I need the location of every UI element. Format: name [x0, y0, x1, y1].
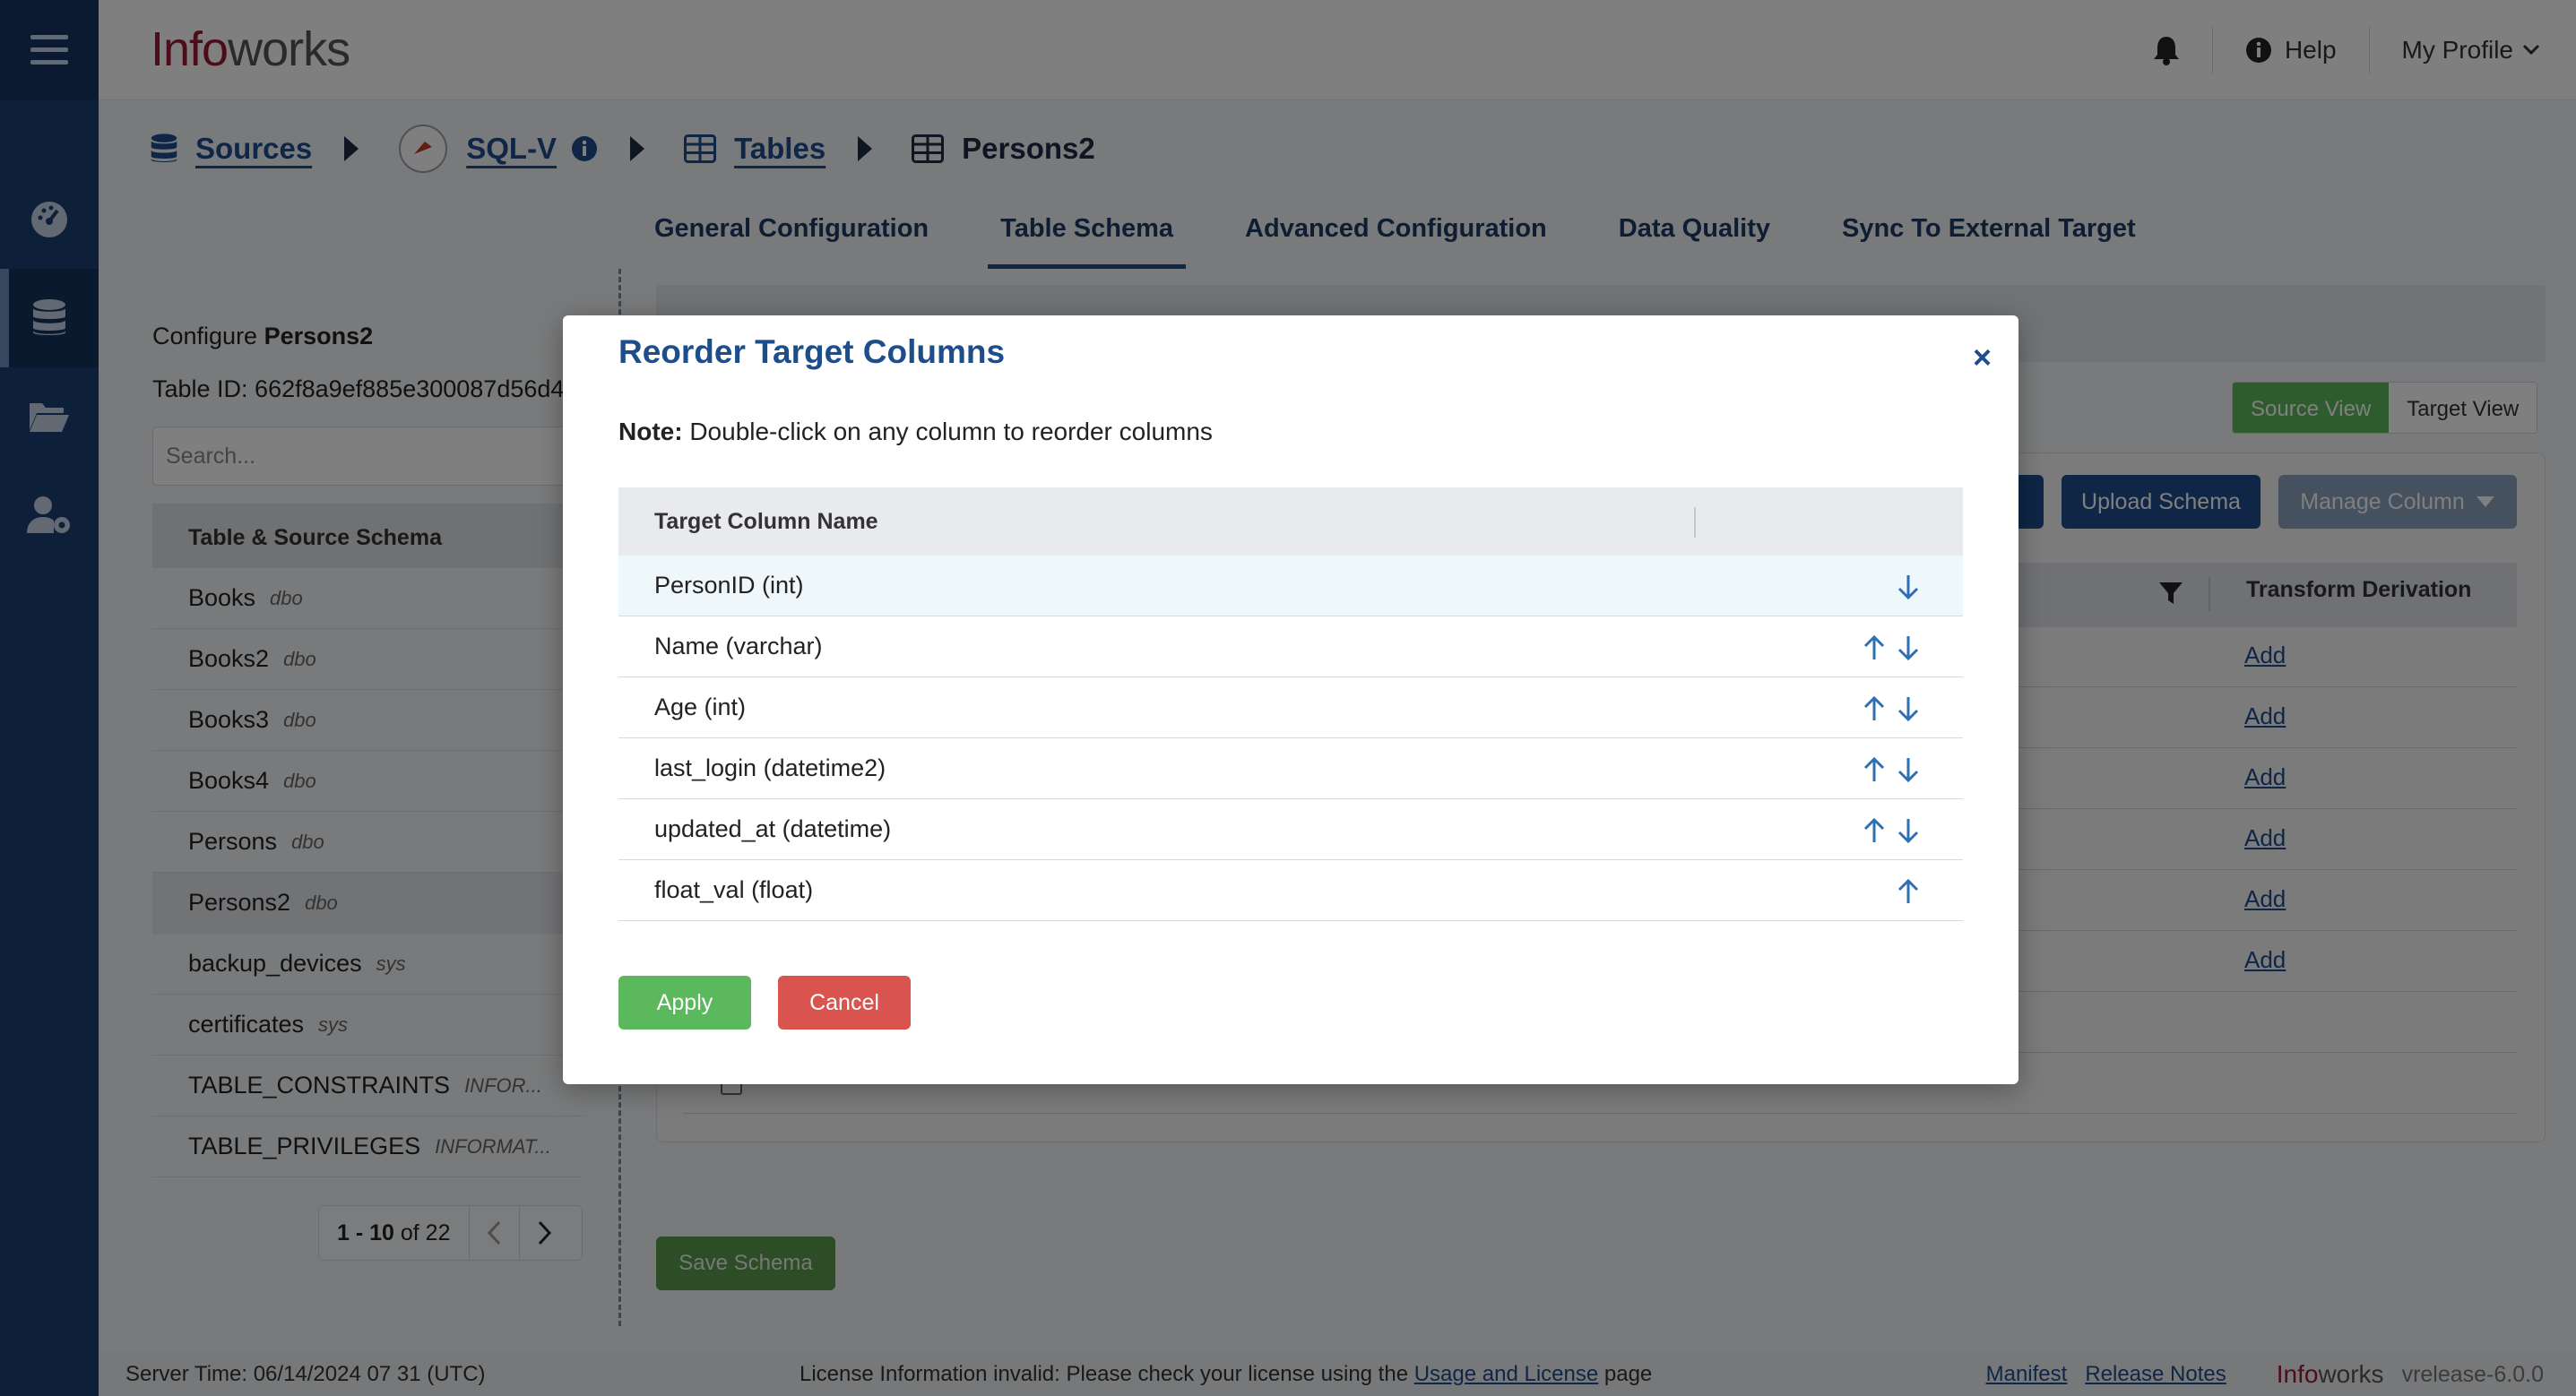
column-resize-handle[interactable] — [1694, 507, 1696, 538]
table-header: Target Column Name — [618, 487, 1963, 556]
arrow-down-icon[interactable] — [1897, 573, 1920, 600]
dialog-title: Reorder Target Columns — [618, 333, 1006, 370]
reorder-columns-dialog: Reorder Target Columns × Note: Double-cl… — [563, 315, 2018, 1084]
arrow-down-icon[interactable] — [1897, 695, 1920, 722]
arrow-up-icon[interactable] — [1863, 634, 1886, 661]
table-row[interactable]: updated_at (datetime) — [618, 799, 1963, 860]
cancel-button[interactable]: Cancel — [778, 976, 911, 1030]
table-row[interactable]: Age (int) — [618, 677, 1963, 738]
arrow-down-icon[interactable] — [1897, 634, 1920, 661]
arrow-up-icon[interactable] — [1863, 756, 1886, 783]
arrow-up-icon[interactable] — [1863, 817, 1886, 844]
reorder-columns-table: Target Column Name PersonID (int) Name (… — [618, 487, 1963, 921]
column-header-target-name: Target Column Name — [654, 508, 878, 534]
arrow-up-icon[interactable] — [1863, 695, 1886, 722]
arrow-down-icon[interactable] — [1897, 817, 1920, 844]
table-row[interactable]: PersonID (int) — [618, 556, 1963, 616]
table-row[interactable]: Name (varchar) — [618, 616, 1963, 677]
apply-button[interactable]: Apply — [618, 976, 751, 1030]
table-row[interactable]: last_login (datetime2) — [618, 738, 1963, 799]
dialog-note: Note: Double-click on any column to reor… — [618, 418, 1213, 445]
table-row[interactable]: float_val (float) — [618, 860, 1963, 921]
close-icon[interactable]: × — [1973, 339, 1992, 376]
arrow-up-icon[interactable] — [1897, 878, 1920, 905]
arrow-down-icon[interactable] — [1897, 756, 1920, 783]
